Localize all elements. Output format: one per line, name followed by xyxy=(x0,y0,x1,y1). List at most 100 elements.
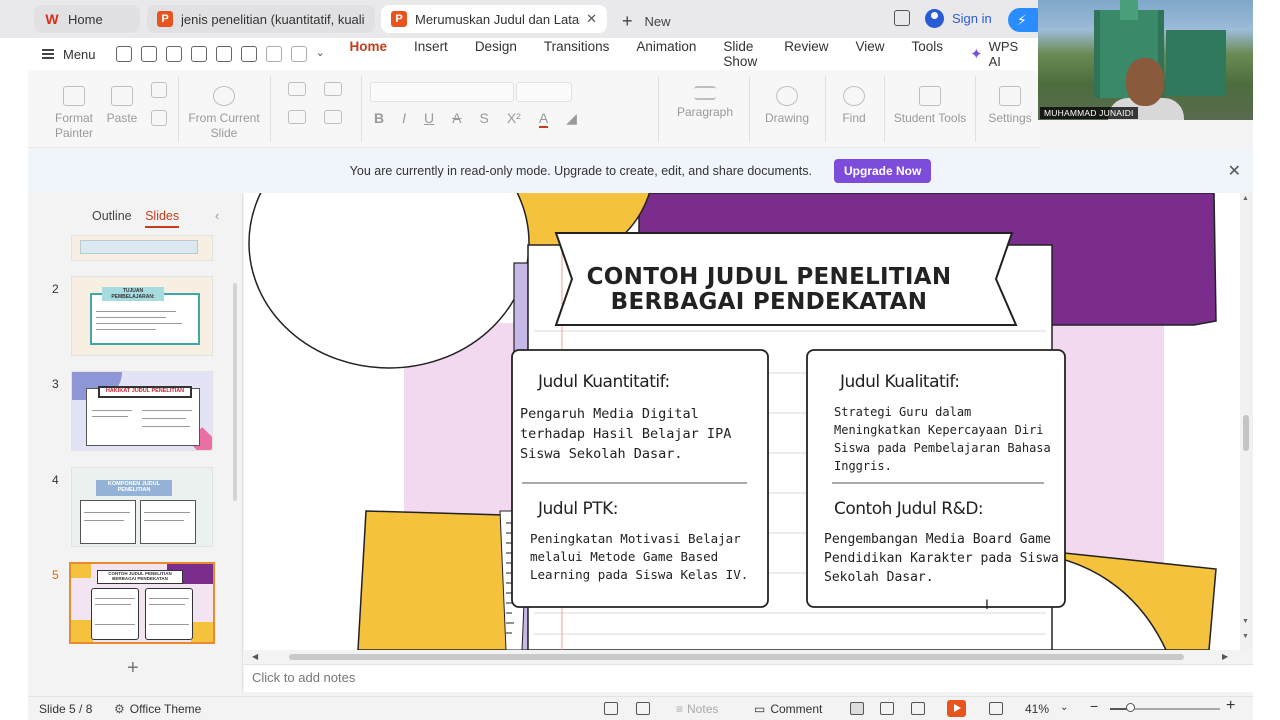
from-current-slide-button[interactable]: From Current Slide xyxy=(186,86,262,141)
redo-icon[interactable] xyxy=(290,46,307,62)
scroll-down-icon[interactable]: ▼ xyxy=(1242,618,1249,625)
thumb-title: CONTOH JUDUL PENELITIAN BERBAGAI PENDEKA… xyxy=(108,571,172,581)
reset-button[interactable] xyxy=(318,110,348,129)
save-icon[interactable] xyxy=(140,46,157,62)
scroll-left-icon[interactable]: ◀ xyxy=(252,652,258,661)
collapse-panel-icon[interactable]: ‹ xyxy=(215,208,219,223)
italic-icon[interactable]: I xyxy=(402,110,406,128)
tab-slides[interactable]: Slides xyxy=(145,209,179,223)
slide-thumbnail-3[interactable]: HAKIKAT JUDUL PENELITIAN xyxy=(71,371,213,451)
close-icon[interactable]: ✕ xyxy=(1228,161,1241,181)
new-tab-button[interactable]: + New xyxy=(622,10,671,31)
tab-home[interactable]: Home xyxy=(349,39,387,77)
window-restore-icon[interactable] xyxy=(894,10,910,26)
thumb-shape xyxy=(71,620,93,642)
thumb-text-line xyxy=(92,410,132,411)
wps-ai-button[interactable]: ✦ WPS AI xyxy=(970,39,1018,69)
slide-sorter-icon[interactable] xyxy=(880,702,894,715)
menu-button[interactable]: Menu xyxy=(42,47,96,62)
card-heading-quantitative: Judul Kuantitatif: xyxy=(538,372,670,392)
student-tools-button[interactable]: Student Tools xyxy=(890,86,970,126)
horizontal-scrollbar[interactable]: ◀ ▶ xyxy=(244,650,1240,664)
strikethrough-icon[interactable]: A xyxy=(452,110,461,128)
card-heading-qualitative: Judul Kualitatif: xyxy=(840,372,960,392)
slide-title-line-1: CONTOH JUDUL PENELITIAN xyxy=(586,264,952,290)
font-name-select[interactable] xyxy=(370,82,514,102)
normal-view-icon[interactable] xyxy=(850,702,864,715)
page-icon[interactable] xyxy=(636,702,650,715)
tab-review[interactable]: Review xyxy=(784,39,828,69)
panel-scrollbar[interactable] xyxy=(233,283,237,501)
tab-document-1[interactable]: P jenis penelitian (kuantitatif, kualit xyxy=(147,5,375,33)
scroll-right-icon[interactable]: ▶ xyxy=(1222,652,1228,661)
tab-design[interactable]: Design xyxy=(475,39,517,69)
slide-thumbnail-4[interactable]: KOMPONEN JUDUL PENELITIAN xyxy=(71,467,213,547)
tab-tools[interactable]: Tools xyxy=(911,39,943,69)
format-painter-icon[interactable] xyxy=(240,46,257,62)
reading-view-icon[interactable] xyxy=(911,702,925,715)
superscript-icon[interactable]: X² xyxy=(507,110,521,128)
shadow-icon[interactable]: S xyxy=(479,110,488,128)
open-folder-icon[interactable] xyxy=(115,46,132,62)
font-size-select[interactable] xyxy=(516,82,572,102)
zoom-level[interactable]: 41% xyxy=(1025,702,1049,716)
section-button[interactable] xyxy=(282,110,312,129)
fit-window-icon[interactable] xyxy=(989,702,1003,715)
zoom-in-icon[interactable]: + xyxy=(1226,697,1235,715)
sign-in-button[interactable]: Sign in xyxy=(925,9,992,28)
cut-button[interactable] xyxy=(148,82,170,103)
more-chevron-icon[interactable]: ⌄ xyxy=(316,46,332,62)
slide-thumbnail-2[interactable]: TUJUAN PEMBELAJARAN: xyxy=(71,276,213,356)
slide-thumbnail-1[interactable] xyxy=(71,235,213,261)
notes-toggle[interactable]: ≡ Notes xyxy=(676,702,718,716)
undo-icon[interactable] xyxy=(265,46,282,62)
layout-button[interactable] xyxy=(318,82,348,101)
print-preview-icon[interactable] xyxy=(215,46,232,62)
add-slide-button[interactable]: + xyxy=(127,657,139,680)
tab-insert[interactable]: Insert xyxy=(414,39,448,69)
thumb-text-line xyxy=(96,311,176,312)
scroll-up-icon[interactable]: ▲ xyxy=(1242,195,1249,202)
horizontal-scroll-thumb[interactable] xyxy=(289,654,1184,660)
underline-icon[interactable]: U xyxy=(424,110,434,128)
scroll-down-more-icon[interactable]: ▼ xyxy=(1242,633,1249,640)
slide-canvas[interactable]: CONTOH JUDUL PENELITIAN BERBAGAI PENDEKA… xyxy=(244,193,1240,650)
new-slide-button[interactable] xyxy=(282,82,312,101)
upgrade-now-button[interactable]: Upgrade Now xyxy=(833,158,932,183)
tab-document-2[interactable]: P Merumuskan Judul dan Latar ✕ xyxy=(381,5,607,33)
settings-button[interactable]: Settings xyxy=(984,86,1036,126)
print-icon[interactable] xyxy=(190,46,207,62)
tab-home[interactable]: W Home xyxy=(34,5,140,33)
zoom-slider-handle[interactable] xyxy=(1126,703,1135,712)
paragraph-button[interactable]: Paragraph xyxy=(670,86,740,120)
format-painter-button[interactable]: Format Painter xyxy=(48,86,100,141)
tab-view[interactable]: View xyxy=(855,39,884,69)
slide-thumbnail-5[interactable]: CONTOH JUDUL PENELITIAN BERBAGAI PENDEKA… xyxy=(69,562,215,644)
tab-animation[interactable]: Animation xyxy=(636,39,696,69)
zoom-out-icon[interactable]: − xyxy=(1090,698,1098,714)
separator xyxy=(825,76,826,142)
copy-button[interactable] xyxy=(148,110,170,131)
new-tab-label: New xyxy=(644,14,671,29)
autofit-icon[interactable] xyxy=(604,702,618,715)
share-icon[interactable] xyxy=(165,46,182,62)
drawing-button[interactable]: Drawing xyxy=(758,86,816,126)
find-button[interactable]: Find xyxy=(834,86,874,126)
bold-icon[interactable]: B xyxy=(374,110,384,128)
play-icon[interactable] xyxy=(947,700,966,717)
close-icon[interactable]: ✕ xyxy=(586,11,597,27)
theme-button[interactable]: ⚙ Office Theme xyxy=(114,702,201,716)
paste-button[interactable]: Paste xyxy=(102,86,142,126)
highlight-icon[interactable]: ◢ xyxy=(566,110,577,128)
hamburger-icon xyxy=(42,49,54,59)
tab-home-label: Home xyxy=(68,11,103,27)
zoom-dropdown-icon[interactable]: ⌄ xyxy=(1060,702,1068,713)
tab-transitions[interactable]: Transitions xyxy=(544,39,610,69)
vertical-scroll-thumb[interactable] xyxy=(1243,415,1249,451)
font-color-icon[interactable]: A xyxy=(538,110,549,128)
notes-pane[interactable]: Click to add notes xyxy=(244,664,1253,692)
tab-slide-show[interactable]: Slide Show xyxy=(723,39,757,69)
comment-button[interactable]: ▭ Comment xyxy=(754,702,822,716)
vertical-scrollbar[interactable]: ▲ ▼ ▼ xyxy=(1240,193,1253,650)
tab-outline[interactable]: Outline xyxy=(92,209,132,223)
